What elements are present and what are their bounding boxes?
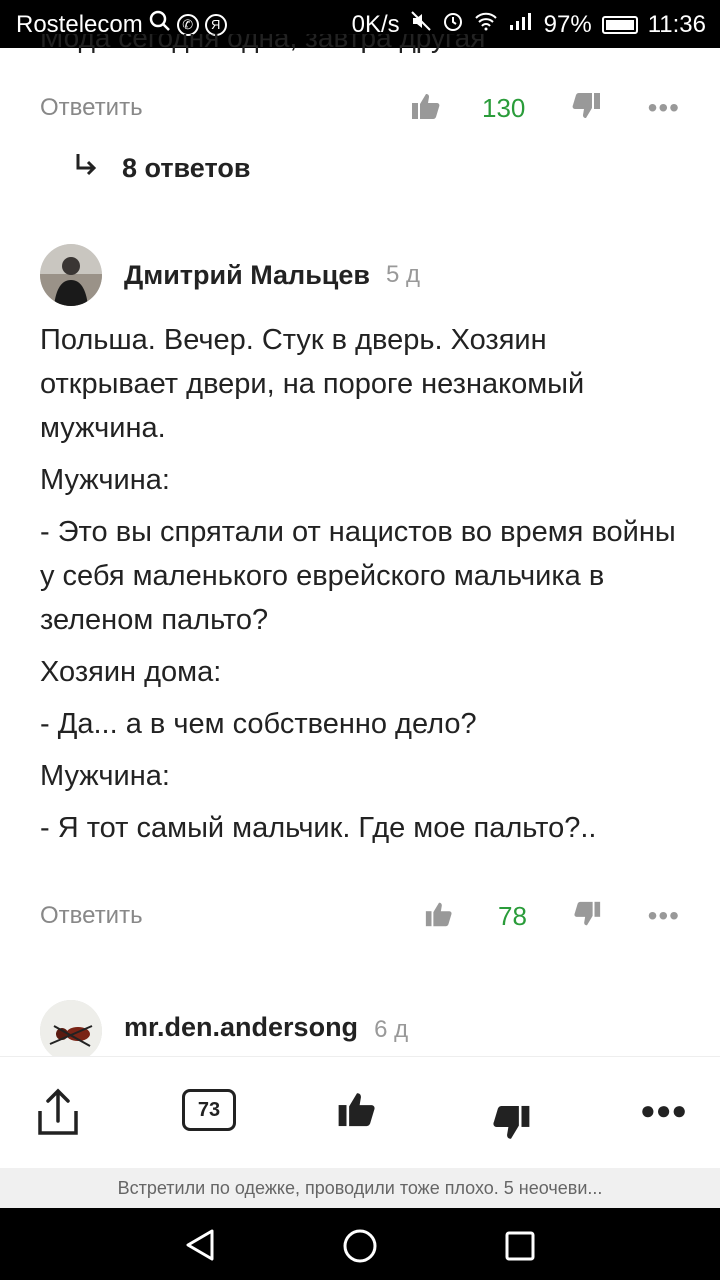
thumbs-up-icon	[336, 1093, 378, 1135]
battery-percent: 97%	[543, 10, 592, 38]
dislike-button[interactable]	[572, 899, 602, 934]
back-triangle-icon	[184, 1229, 216, 1266]
article-preview-strip[interactable]: Встретили по одежке, проводили тоже плох…	[0, 1168, 720, 1208]
thumbs-up-icon	[424, 899, 454, 934]
like-count: 130	[482, 92, 526, 123]
comment-age: 5 д	[386, 261, 421, 288]
comments-count: 73	[182, 1089, 236, 1131]
comment-paragraph: Мужчина:	[40, 464, 170, 496]
bottom-action-bar: 73 ●●●	[0, 1056, 720, 1169]
signal-icon	[508, 10, 534, 39]
more-icon[interactable]: •••	[648, 900, 680, 932]
thumbs-down-icon	[490, 1105, 532, 1149]
like-button[interactable]	[424, 899, 454, 934]
recents-square-icon	[504, 1231, 536, 1266]
comment-age: 6 д	[374, 1016, 409, 1043]
back-button[interactable]	[184, 1228, 216, 1267]
replies-link[interactable]: 8 ответов	[74, 152, 250, 185]
more-button[interactable]: ●●●	[640, 1095, 687, 1126]
comment-paragraph: - Это вы спрятали от нацистов во время в…	[40, 516, 676, 636]
share-button[interactable]	[34, 1087, 82, 1142]
previous-comment-actions: Ответить 130 •••	[40, 88, 680, 128]
share-icon	[34, 1088, 82, 1141]
home-circle-icon	[342, 1229, 378, 1268]
thumbs-down-icon	[570, 90, 602, 127]
reply-arrow-icon	[74, 152, 98, 185]
recents-button[interactable]	[504, 1230, 536, 1267]
comments-button[interactable]: 73	[182, 1089, 236, 1131]
dislike-button[interactable]	[570, 90, 602, 127]
thumbs-up-icon	[410, 90, 442, 127]
comment-paragraph: - Я тот самый мальчик. Где мое пальто?..	[40, 812, 597, 844]
comment-header: Дмитрий Мальцев 5 д	[40, 244, 420, 306]
battery-icon	[601, 15, 638, 34]
comment-paragraph: Польша. Вечер. Стук в дверь. Хозяин откр…	[40, 324, 585, 444]
comment-actions: Ответить 78 •••	[40, 896, 680, 936]
comment-author[interactable]: mr.den.andersong	[124, 1012, 358, 1043]
like-button[interactable]	[336, 1087, 378, 1136]
next-comment-header: mr.den.andersong 6 д	[40, 1000, 408, 1056]
system-nav-bar	[0, 1208, 720, 1280]
yandex-icon: Я	[204, 13, 227, 36]
previous-comment-text: Мода сегодня одна, завтра другая	[40, 34, 486, 53]
more-icon[interactable]: •••	[648, 92, 680, 124]
comment-paragraph: Хозяин дома:	[40, 656, 222, 688]
comment-author[interactable]: Дмитрий Мальцев	[124, 260, 370, 291]
replies-count-label: 8 ответов	[122, 153, 251, 183]
like-button[interactable]	[410, 90, 442, 127]
avatar[interactable]	[40, 244, 102, 306]
reply-button[interactable]: Ответить	[40, 94, 143, 122]
comment-paragraph: Мужчина:	[40, 760, 170, 792]
comment-paragraph: - Да... а в чем собственно дело?	[40, 708, 477, 740]
home-button[interactable]	[342, 1228, 378, 1269]
viber-icon: ✆	[176, 13, 199, 36]
more-icon: ●●●	[640, 1095, 688, 1125]
dislike-button[interactable]	[490, 1101, 532, 1150]
comment-body: Польша. Вечер. Стук в дверь. Хозяин откр…	[40, 318, 680, 858]
clock: 11:36	[647, 10, 706, 38]
reply-button[interactable]: Ответить	[40, 902, 143, 930]
like-count: 78	[498, 900, 527, 931]
thumbs-down-icon	[572, 899, 602, 934]
avatar[interactable]	[40, 1000, 102, 1056]
